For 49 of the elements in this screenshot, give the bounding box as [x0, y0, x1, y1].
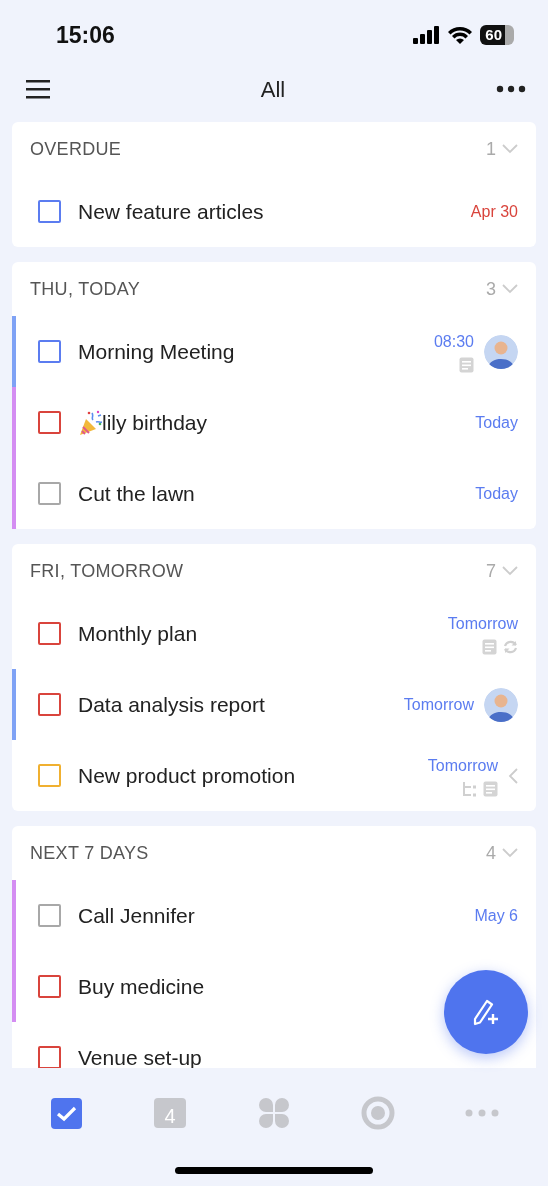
task-title[interactable]: Buy medicine [78, 970, 205, 1003]
menu-icon[interactable] [26, 79, 50, 99]
task-checkbox[interactable] [38, 340, 61, 363]
task-title[interactable]: lily birthday [102, 406, 208, 439]
battery-icon [505, 25, 514, 45]
task-checkbox[interactable] [38, 200, 61, 223]
task-checkbox[interactable] [38, 693, 61, 716]
task-checkbox[interactable] [38, 904, 61, 927]
task-checkbox[interactable] [38, 411, 61, 434]
section-title: FRI, TOMORROW [30, 559, 184, 583]
task-checkbox[interactable] [38, 975, 61, 998]
task-count: 3 [486, 277, 496, 301]
task-title[interactable]: New feature articles [78, 195, 264, 228]
wifi-icon [448, 26, 473, 44]
due-date: Tomorrow [447, 614, 518, 634]
task-count: 4 [486, 841, 496, 865]
due-date: Apr 30 [470, 201, 518, 222]
task-title[interactable]: Call Jennifer [78, 899, 195, 932]
task-checkbox[interactable] [38, 622, 61, 645]
due-date: 08:30 [433, 332, 474, 352]
task-title[interactable]: Monthly plan [78, 617, 198, 650]
more-icon [465, 1109, 499, 1117]
task-title[interactable]: Data analysis report [78, 688, 265, 721]
task-title[interactable]: Cut the lawn [78, 477, 195, 510]
page-title: All [260, 75, 286, 104]
battery-level: 60 [480, 25, 505, 45]
section-title: NEXT 7 DAYS [30, 841, 149, 865]
due-date: Tomorrow [427, 756, 498, 776]
due-date: Today [475, 483, 518, 504]
task-title[interactable]: Morning Meeting [78, 335, 235, 368]
due-date: Today [475, 412, 518, 433]
due-date: May 6 [474, 905, 518, 926]
due-date: Tomorrow [403, 694, 474, 715]
task-checkbox[interactable] [38, 1046, 61, 1068]
calendar-day: 4 [164, 1101, 176, 1131]
grid-icon [258, 1097, 290, 1129]
task-checkbox[interactable] [38, 482, 61, 505]
clock-time: 15:06 [56, 20, 115, 50]
pencil-plus-icon [471, 997, 501, 1027]
checkbox-icon [50, 1097, 82, 1129]
signal-icon [413, 26, 441, 44]
section-title: THU, TODAY [30, 277, 140, 301]
task-checkbox[interactable] [38, 764, 61, 787]
section-title: OVERDUE [30, 137, 122, 161]
task-count: 1 [486, 137, 496, 161]
task-count: 7 [486, 559, 496, 583]
task-title[interactable]: New product promotion [78, 759, 296, 792]
more-icon[interactable] [496, 85, 526, 93]
target-icon [361, 1096, 395, 1130]
